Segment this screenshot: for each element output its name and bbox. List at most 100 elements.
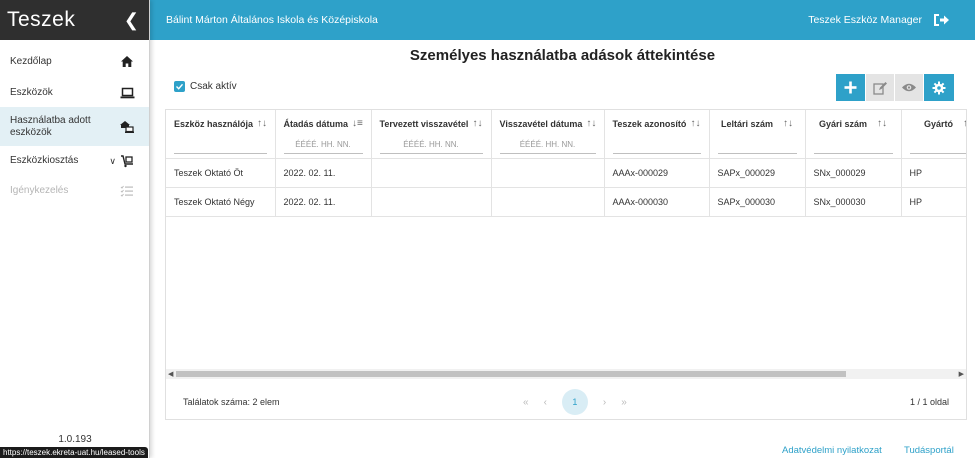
sidebar: Teszek ❮ Kezdőlap Eszközök Használatba a… (0, 0, 150, 458)
sidebar-item-label: Kezdőlap (10, 55, 52, 67)
column-label: Átadás dátuma (283, 118, 349, 129)
sidebar-header: Teszek ❮ (0, 0, 149, 40)
column-filter-input[interactable] (909, 138, 966, 154)
cell-return-date (491, 158, 605, 188)
sort-icon[interactable]: ↑↓ (257, 118, 267, 129)
column-label: Visszavétel dátuma (499, 118, 583, 129)
sort-icon[interactable]: ↑↓ (783, 118, 793, 129)
logout-icon[interactable] (932, 11, 950, 29)
sort-icon[interactable]: ↑↓ (691, 118, 701, 129)
sort-icon[interactable]: ↑↓ (586, 118, 596, 129)
cell-inventory-number: SAPx_000029 (709, 158, 806, 188)
first-page-icon[interactable]: « (523, 397, 529, 408)
sort-descending-icon[interactable]: ↓≡ (352, 118, 363, 129)
column-label: Leltári szám (720, 118, 774, 129)
column-filter-input[interactable]: ÉÉÉÉ. HH. NN. (283, 138, 363, 154)
house-laptop-icon (119, 119, 135, 135)
cell-planned-return (371, 158, 492, 188)
sidebar-item-kezdolap[interactable]: Kezdőlap (0, 42, 149, 81)
column-label: Teszek azonosító (612, 118, 687, 129)
app-version: 1.0.193 (58, 434, 92, 445)
column-header-atadas-datuma[interactable]: Átadás dátuma ↓≡ ÉÉÉÉ. HH. NN. (275, 110, 372, 159)
add-button[interactable] (836, 74, 866, 101)
table-row[interactable]: Teszek Oktató Négy 2022. 02. 11. AAAx-00… (166, 187, 966, 217)
column-label: Tervezett visszavétel (379, 118, 469, 129)
column-label: Gyártó (923, 118, 953, 129)
view-button[interactable] (895, 74, 924, 101)
collapse-sidebar-icon[interactable]: ❮ (124, 10, 139, 31)
column-header-leltari-szam[interactable]: Leltári szám ↑↓ (709, 110, 806, 159)
scroll-left-icon[interactable]: ◀ (168, 370, 173, 378)
sort-icon[interactable]: ↑↓ (963, 118, 966, 129)
status-bar-url: https://teszek.ekreta-uat.hu/leased-tool… (0, 447, 148, 458)
column-filter-input[interactable] (813, 138, 893, 154)
cell-teszek-id: AAAx-000030 (604, 187, 710, 217)
sort-icon[interactable]: ↑↓ (877, 118, 887, 129)
app-logo-title: Teszek (7, 8, 76, 31)
knowledge-portal-link[interactable]: Tudásportál (904, 445, 954, 456)
sidebar-item-igenykezeles[interactable]: Igénykezelés (0, 176, 149, 206)
cell-handover-date: 2022. 02. 11. (275, 158, 372, 188)
scrollbar-thumb[interactable] (176, 371, 846, 377)
top-bar-right: Teszek Eszköz Manager (808, 11, 950, 29)
top-bar: Bálint Márton Általános Iskola és Középi… (150, 0, 975, 40)
hand-cart-icon (119, 153, 135, 169)
page-number-button[interactable]: 1 (561, 389, 588, 415)
sidebar-item-label: Használatba adott eszközök (10, 114, 91, 138)
result-count: Találatok száma: 2 elem (183, 397, 280, 407)
home-icon (119, 54, 135, 70)
cell-serial-number: SNx_000029 (805, 158, 902, 188)
edit-button[interactable] (866, 74, 895, 101)
table-row[interactable]: Teszek Oktató Öt 2022. 02. 11. AAAx-0000… (166, 158, 966, 188)
cell-user: Teszek Oktató Öt (166, 158, 276, 188)
column-header-tervezett-visszavetel[interactable]: Tervezett visszavétel ↑↓ ÉÉÉÉ. HH. NN. (371, 110, 492, 159)
cell-manufacturer: HP (901, 158, 966, 188)
sidebar-item-label: Igénykezelés (10, 185, 69, 196)
leased-tools-table: Eszköz használója ↑↓ Átadás dátuma ↓≡ ÉÉÉÉ… (165, 109, 967, 420)
sort-icon[interactable]: ↑↓ (473, 118, 483, 129)
next-page-icon[interactable]: › (603, 397, 606, 408)
table-header-row: Eszköz használója ↑↓ Átadás dátuma ↓≡ ÉÉÉÉ… (166, 110, 966, 159)
cell-inventory-number: SAPx_000030 (709, 187, 806, 217)
column-filter-input[interactable] (174, 138, 267, 154)
column-header-gyarto[interactable]: Gyártó ↑↓ (901, 110, 966, 159)
cell-teszek-id: AAAx-000029 (604, 158, 710, 188)
column-label: Gyári szám (818, 118, 868, 129)
last-page-icon[interactable]: » (621, 397, 627, 408)
cell-manufacturer: HP (901, 187, 966, 217)
column-header-teszek-azonosito[interactable]: Teszek azonosító ↑↓ (604, 110, 710, 159)
column-header-eszkoz-hasznaloja[interactable]: Eszköz használója ↑↓ (166, 110, 276, 159)
settings-button[interactable] (924, 74, 954, 101)
column-filter-input[interactable] (612, 138, 701, 154)
cell-handover-date: 2022. 02. 11. (275, 187, 372, 217)
laptop-icon (119, 85, 135, 101)
sidebar-item-label: Eszközkiosztás (10, 155, 79, 166)
plus-icon (844, 81, 857, 94)
sidebar-item-hasznalatba-adott[interactable]: Használatba adott eszközök (0, 107, 149, 146)
eye-icon (902, 83, 916, 92)
only-active-filter: Csak aktív (174, 81, 237, 92)
column-filter-input[interactable] (717, 138, 797, 154)
scroll-right-icon[interactable]: ▶ (959, 370, 964, 378)
page-info: 1 / 1 oldal (909, 397, 949, 407)
column-header-visszavetel-datuma[interactable]: Visszavétel dátuma ↑↓ ÉÉÉÉ. HH. NN. (491, 110, 605, 159)
sidebar-item-label: Eszközök (10, 87, 53, 98)
action-toolbar (836, 74, 954, 101)
column-header-gyari-szam[interactable]: Gyári szám ↑↓ (805, 110, 902, 159)
only-active-label: Csak aktív (190, 81, 237, 92)
sidebar-item-eszkozkiosztas[interactable]: Eszközkiosztás ∨ (0, 146, 149, 176)
sidebar-item-eszkozok[interactable]: Eszközök (0, 81, 149, 105)
column-filter-input[interactable]: ÉÉÉÉ. HH. NN. (379, 138, 483, 154)
page-title: Személyes használatba adások áttekintése (409, 47, 716, 64)
cell-return-date (491, 187, 605, 217)
column-filter-input[interactable]: ÉÉÉÉ. HH. NN. (499, 138, 596, 154)
app-name: Teszek Eszköz Manager (808, 14, 922, 26)
privacy-link[interactable]: Adatvédelmi nyilatkozat (782, 445, 882, 456)
prev-page-icon[interactable]: ‹ (544, 397, 547, 408)
cell-serial-number: SNx_000030 (805, 187, 902, 217)
only-active-checkbox[interactable] (174, 81, 185, 92)
cell-user: Teszek Oktató Négy (166, 187, 276, 217)
horizontal-scrollbar[interactable]: ◀ ▶ (166, 369, 966, 379)
chevron-down-icon: ∨ (109, 155, 116, 166)
school-name: Bálint Márton Általános Iskola és Középi… (166, 14, 378, 26)
